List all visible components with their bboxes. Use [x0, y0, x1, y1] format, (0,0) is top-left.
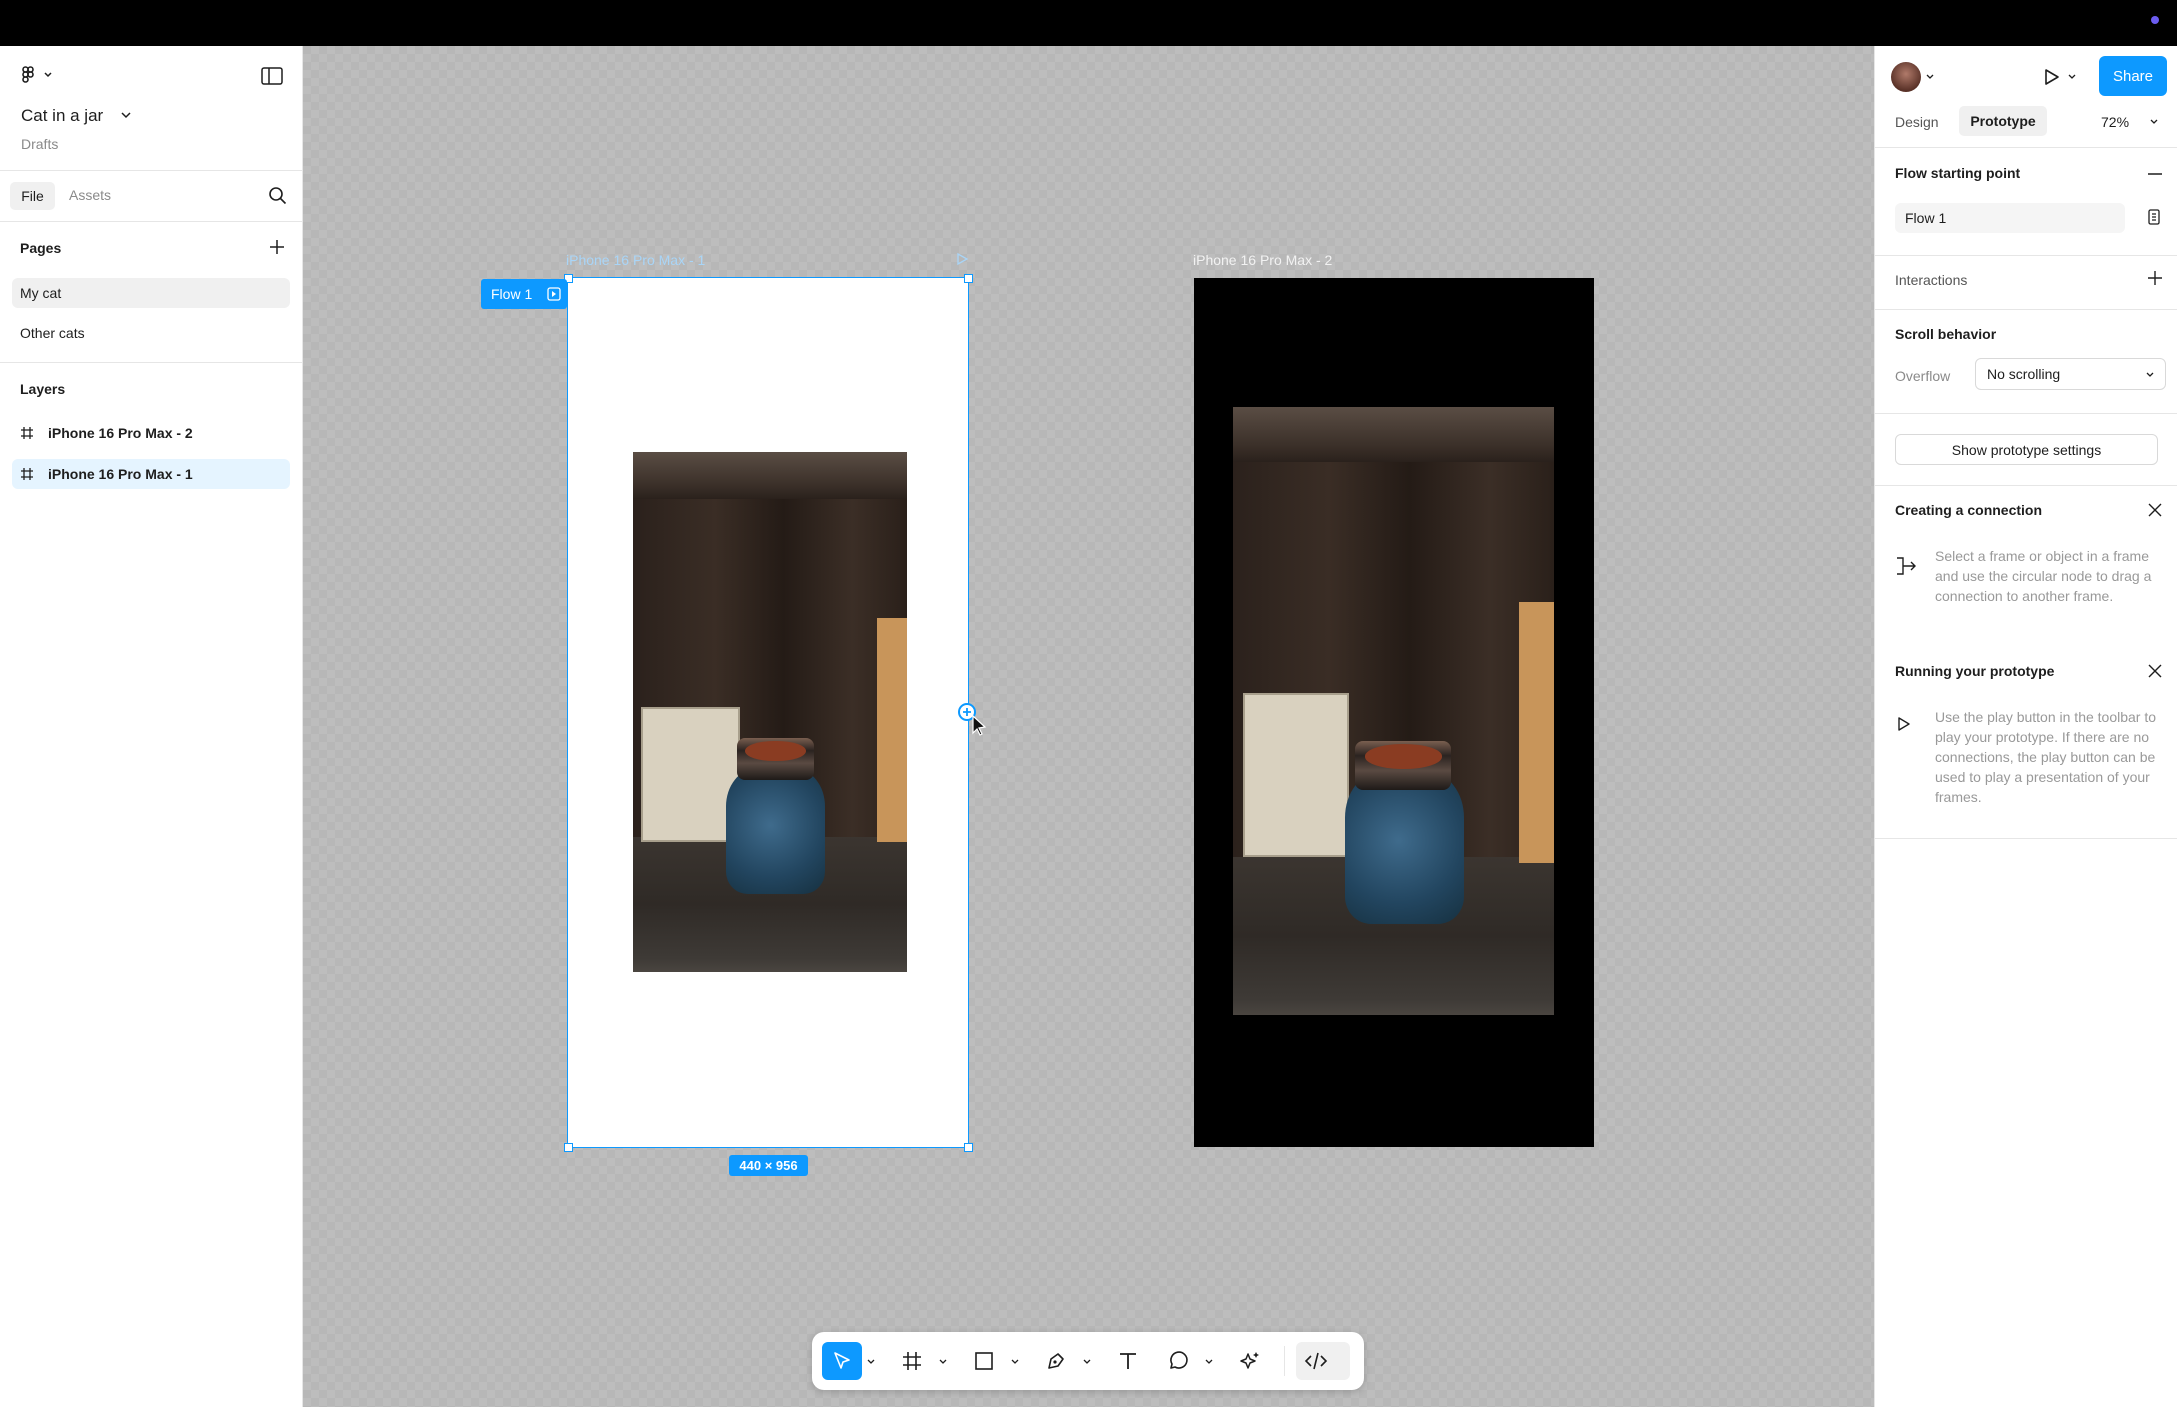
play-icon[interactable]: [2041, 67, 2061, 87]
chevron-down-icon[interactable]: [1010, 1354, 1020, 1364]
rectangle-tool-icon[interactable]: [964, 1342, 1004, 1380]
chevron-down-icon[interactable]: [938, 1354, 948, 1364]
divider: [1875, 485, 2177, 486]
add-interaction-icon[interactable]: [2147, 270, 2163, 286]
interactions-heading: Interactions: [1895, 272, 1968, 288]
connection-icon: [1895, 555, 1919, 577]
dev-mode-icon[interactable]: [1296, 1342, 1350, 1380]
frame-icon: [20, 467, 34, 481]
tab-design[interactable]: Design: [1895, 114, 1939, 130]
overflow-value: No scrolling: [1987, 366, 2061, 382]
selection-handle[interactable]: [564, 1143, 573, 1152]
zoom-level[interactable]: 72%: [2101, 114, 2129, 130]
frame-2-label[interactable]: iPhone 16 Pro Max - 2: [1193, 252, 1332, 268]
layer-label: iPhone 16 Pro Max - 1: [48, 466, 193, 482]
page-label: Other cats: [20, 325, 85, 341]
share-button[interactable]: Share: [2099, 56, 2167, 96]
chevron-down-icon[interactable]: [2149, 117, 2159, 127]
divider: [1875, 838, 2177, 839]
status-dot: [2151, 16, 2159, 24]
left-panel: Cat in a jar Drafts File Assets Pages My…: [0, 46, 303, 1407]
flow-name-field[interactable]: Flow 1: [1895, 203, 2125, 233]
right-panel: Share Design Prototype 72% Flow starting…: [1874, 46, 2177, 1407]
tab-assets[interactable]: Assets: [69, 187, 111, 203]
play-icon: [1895, 716, 1911, 732]
sidebar-toggle-icon[interactable]: [261, 67, 283, 85]
layer-item-frame-1[interactable]: iPhone 16 Pro Max - 1: [12, 459, 290, 489]
flow-heading: Flow starting point: [1895, 165, 2021, 181]
comment-tool-icon[interactable]: [1158, 1342, 1198, 1380]
flow-description-icon[interactable]: [2147, 209, 2161, 225]
running-heading: Running your prototype: [1895, 663, 2055, 679]
file-title[interactable]: Cat in a jar: [21, 106, 103, 126]
frame-tool-icon[interactable]: [892, 1342, 932, 1380]
chevron-down-icon[interactable]: [2067, 72, 2077, 82]
flow-name: Flow 1: [1905, 210, 1947, 226]
search-icon[interactable]: [268, 186, 287, 205]
chevron-down-icon: [2145, 370, 2155, 380]
divider: [0, 362, 302, 363]
frame-icon: [20, 426, 34, 440]
chevron-down-icon[interactable]: [1082, 1354, 1092, 1364]
selection-handle[interactable]: [964, 1143, 973, 1152]
chevron-down-icon[interactable]: [1925, 72, 1935, 82]
close-icon[interactable]: [2147, 502, 2163, 518]
add-page-icon[interactable]: [268, 238, 286, 256]
flow-badge[interactable]: Flow 1: [481, 279, 567, 309]
divider: [0, 221, 302, 222]
layer-item-frame-2[interactable]: iPhone 16 Pro Max - 2: [12, 418, 290, 448]
page-item-my-cat[interactable]: My cat: [12, 278, 290, 308]
system-top-bar: [0, 0, 2177, 46]
selection-handle[interactable]: [964, 274, 973, 283]
running-help-text: Use the play button in the toolbar to pl…: [1935, 709, 2157, 805]
dimensions-label: 440 × 956: [729, 1155, 808, 1176]
frame-iphone-2[interactable]: [1194, 278, 1594, 1147]
overflow-label: Overflow: [1895, 368, 1951, 384]
chevron-down-icon[interactable]: [120, 110, 132, 120]
overflow-select[interactable]: No scrolling: [1975, 358, 2166, 390]
cat-jar-photo: [1233, 407, 1554, 1015]
chevron-down-icon[interactable]: [1204, 1354, 1214, 1364]
move-tool-icon[interactable]: [822, 1342, 862, 1380]
divider: [1875, 147, 2177, 148]
canvas[interactable]: iPhone 16 Pro Max - 1 Flow 1 440 × 956 i…: [303, 46, 1874, 1407]
connection-help-text: Select a frame or object in a frame and …: [1935, 548, 2152, 604]
divider: [1284, 1346, 1285, 1376]
divider: [1875, 413, 2177, 414]
avatar[interactable]: [1891, 62, 1921, 92]
pages-heading: Pages: [20, 240, 62, 256]
cat-jar-photo: [633, 452, 907, 972]
bottom-toolbar: [812, 1332, 1364, 1390]
frame-iphone-1[interactable]: [567, 277, 969, 1148]
flow-settings-icon[interactable]: [547, 287, 561, 301]
minus-icon[interactable]: [2147, 167, 2163, 181]
cursor-icon: [971, 714, 989, 736]
text-tool-icon[interactable]: [1108, 1342, 1148, 1380]
page-label: My cat: [20, 285, 62, 301]
divider: [1875, 255, 2177, 256]
layers-heading: Layers: [20, 381, 66, 397]
page-item-other-cats[interactable]: Other cats: [12, 318, 290, 348]
show-prototype-settings-button[interactable]: Show prototype settings: [1895, 434, 2158, 465]
divider: [1875, 309, 2177, 310]
flow-badge-label: Flow 1: [491, 286, 533, 302]
close-icon[interactable]: [2147, 663, 2163, 679]
pen-tool-icon[interactable]: [1036, 1342, 1076, 1380]
scroll-heading: Scroll behavior: [1895, 326, 1997, 342]
chevron-down-icon[interactable]: [866, 1354, 876, 1364]
file-location[interactable]: Drafts: [21, 136, 58, 152]
tab-prototype[interactable]: Prototype: [1959, 106, 2047, 136]
actions-tool-icon[interactable]: [1230, 1342, 1270, 1380]
frame-1-label[interactable]: iPhone 16 Pro Max - 1: [566, 252, 705, 268]
frame-play-icon[interactable]: [955, 252, 969, 266]
divider: [0, 170, 302, 171]
connection-heading: Creating a connection: [1895, 502, 2043, 518]
figma-logo-icon[interactable]: [20, 66, 54, 84]
layer-label: iPhone 16 Pro Max - 2: [48, 425, 193, 441]
tab-file[interactable]: File: [10, 182, 55, 210]
